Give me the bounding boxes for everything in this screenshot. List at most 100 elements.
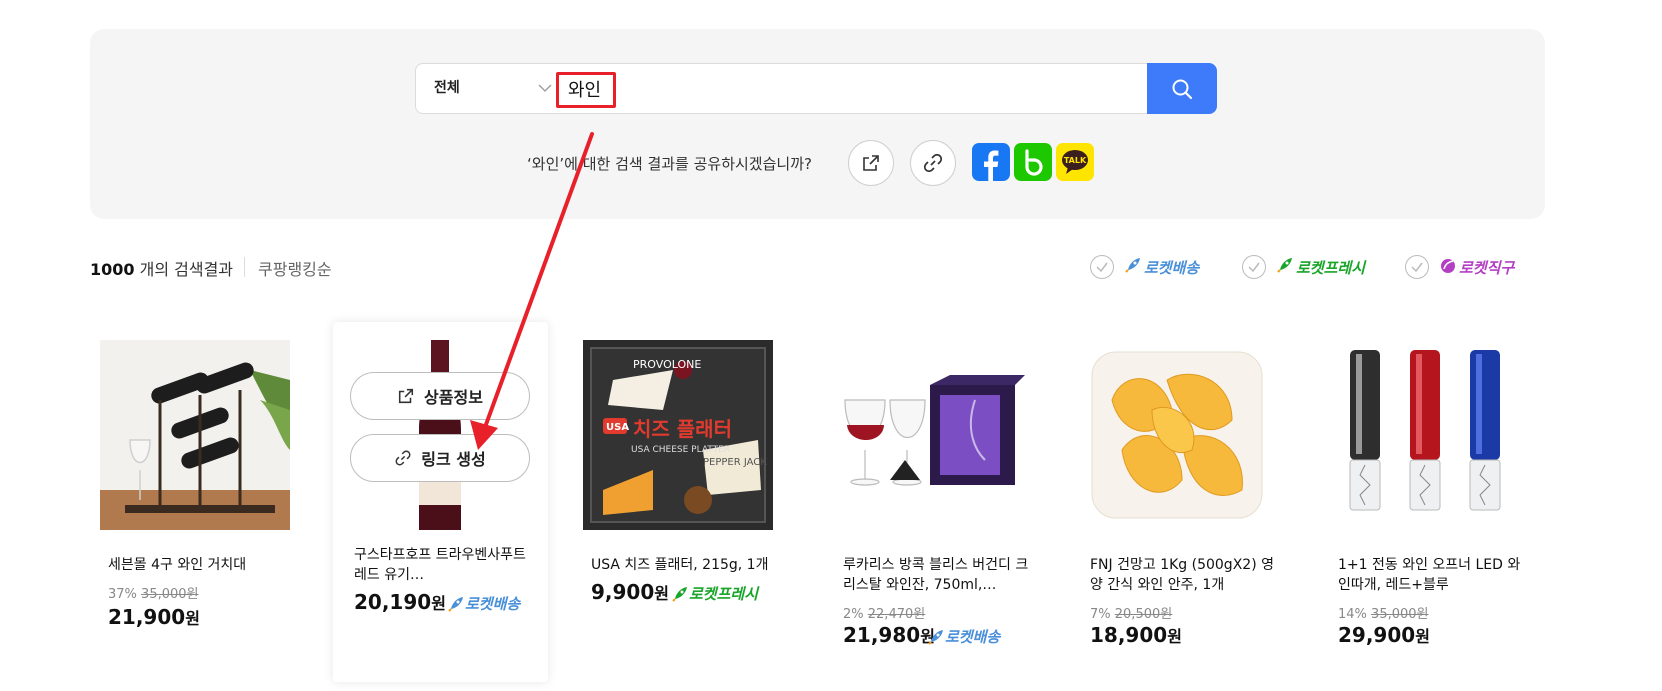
divider xyxy=(244,257,245,277)
link-icon xyxy=(395,450,411,466)
facebook-share-button[interactable] xyxy=(972,143,1010,181)
product-name[interactable]: 세븐몰 4구 와인 거치대 xyxy=(108,555,298,575)
search-icon xyxy=(1172,79,1193,99)
product-info-button[interactable]: 상품정보 xyxy=(350,372,530,420)
sale-price: 29,900원 xyxy=(1338,623,1430,647)
discount-info: 37% 35,000원 xyxy=(108,583,199,602)
filter-label: 로켓프레시 xyxy=(1296,258,1366,277)
image-text-usa-cheese-platter: USA CHEESE PLATTER xyxy=(631,445,730,455)
create-link-button[interactable]: 링크 생성 xyxy=(350,434,530,482)
category-select[interactable]: 전체 xyxy=(434,64,460,113)
chevron-down-icon[interactable] xyxy=(536,79,554,97)
sale-price: 9,900원 xyxy=(591,580,669,604)
kakaotalk-label: TALK xyxy=(1063,156,1087,165)
rocket-delivery-badge: 로켓배송 xyxy=(927,626,1000,647)
product-name[interactable]: USA 치즈 플래터, 215g, 1개 xyxy=(591,555,781,575)
badge-label: 로켓배송 xyxy=(945,628,1001,646)
sale-price: 21,900원 xyxy=(108,605,200,629)
price-unit: 원 xyxy=(1415,627,1430,646)
rocket-icon xyxy=(1276,256,1294,278)
badge-label: 로켓배송 xyxy=(465,595,521,613)
filter-rocket-delivery[interactable]: 로켓배송 xyxy=(1090,254,1199,280)
rocket-icon xyxy=(672,586,687,602)
product-info-label: 상품정보 xyxy=(424,388,483,407)
badge-label: 로켓프레시 xyxy=(689,585,759,603)
search-input[interactable] xyxy=(558,68,1158,109)
external-link-icon xyxy=(863,155,879,171)
image-text-cheese-platter: 치즈 플래터 xyxy=(633,417,732,441)
discount-info: 2% 22,470원 xyxy=(843,603,925,622)
discount-rate: 14% xyxy=(1338,607,1367,622)
facebook-icon xyxy=(984,150,999,181)
filter-rocket-fresh[interactable]: 로켓프레시 xyxy=(1242,254,1365,280)
discount-info: 14% 35,000원 xyxy=(1338,603,1429,622)
result-count-number: 1000 xyxy=(90,260,135,279)
check-circle-icon xyxy=(1405,255,1429,279)
copy-link-button[interactable] xyxy=(910,140,956,186)
link-icon xyxy=(923,153,943,173)
image-text-pepper-jack: PEPPER JACK xyxy=(703,457,767,468)
product-image[interactable]: PROVOLONE USA 치즈 플래터 USA CHEESE PLATTER … xyxy=(583,340,773,530)
discount-rate: 2% xyxy=(843,607,864,622)
price-value: 20,190 xyxy=(354,590,432,614)
original-price: 35,000원 xyxy=(1371,607,1429,622)
price-value: 21,980 xyxy=(843,623,921,647)
discount-rate: 7% xyxy=(1090,607,1111,622)
price-unit: 원 xyxy=(185,609,200,628)
product-image[interactable] xyxy=(100,340,290,530)
sale-price: 20,190원 xyxy=(354,590,446,614)
rocket-icon xyxy=(448,596,463,612)
search-button[interactable] xyxy=(1147,63,1217,114)
band-share-button[interactable] xyxy=(1014,143,1052,181)
rocket-icon xyxy=(1124,256,1142,278)
price-unit: 원 xyxy=(1167,627,1182,646)
search-bar: 전체 xyxy=(415,63,1212,114)
rocket-fresh-badge: 로켓프레시 xyxy=(671,583,758,604)
filter-rocket-direct[interactable]: 로켓직구 xyxy=(1405,254,1514,280)
original-price: 22,470원 xyxy=(867,607,926,622)
product-image[interactable] xyxy=(835,340,1025,530)
check-circle-icon xyxy=(1242,255,1266,279)
filter-label: 로켓배송 xyxy=(1144,258,1200,277)
price-unit: 원 xyxy=(654,584,669,603)
price-value: 29,900 xyxy=(1338,623,1416,647)
kakaotalk-share-button[interactable]: TALK xyxy=(1056,143,1094,181)
image-text-usa: USA xyxy=(606,422,629,433)
result-count: 1000 개의 검색결과 xyxy=(90,256,233,280)
create-link-label: 링크 생성 xyxy=(421,450,486,469)
product-card[interactable]: 1+1 전동 와인 오프너 LED 와인따개, 레드+블루 14% 35,000… xyxy=(1330,325,1535,691)
product-card[interactable]: 세븐몰 4구 와인 거치대 37% 35,000원 21,900원 xyxy=(100,325,305,691)
product-card[interactable]: PROVOLONE USA 치즈 플래터 USA CHEESE PLATTER … xyxy=(583,325,788,691)
price-unit: 원 xyxy=(431,594,446,613)
image-text-provolone: PROVOLONE xyxy=(633,358,701,371)
product-name[interactable]: 구스타프호프 트라우벤사푸트 레드 유기… xyxy=(354,545,534,585)
sale-price: 18,900원 xyxy=(1090,623,1182,647)
filter-label: 로켓직구 xyxy=(1459,258,1515,277)
product-image[interactable] xyxy=(1330,340,1520,530)
product-card[interactable]: FNJ 건망고 1Kg (500gX2) 영양 간식 와인 안주, 1개 7% … xyxy=(1082,325,1287,691)
rocket-globe-icon xyxy=(1439,256,1457,278)
check-circle-icon xyxy=(1090,255,1114,279)
price-value: 9,900 xyxy=(591,580,655,604)
original-price: 20,500원 xyxy=(1114,607,1173,622)
share-prompt: ‘와인’에 대한 검색 결과를 공유하시겠습니까? xyxy=(527,155,812,173)
sale-price: 21,980원 xyxy=(843,623,935,647)
rocket-delivery-badge: 로켓배송 xyxy=(447,593,520,614)
result-count-suffix: 개의 검색결과 xyxy=(134,260,234,279)
product-image[interactable] xyxy=(1082,340,1272,530)
band-icon xyxy=(1025,149,1043,176)
product-name[interactable]: 1+1 전동 와인 오프너 LED 와인따개, 레드+블루 xyxy=(1338,555,1528,595)
external-link-icon xyxy=(398,388,414,404)
sort-option[interactable]: 쿠팡랭킹순 xyxy=(258,256,332,280)
share-external-button[interactable] xyxy=(848,140,894,186)
search-panel xyxy=(90,29,1545,219)
product-name[interactable]: FNJ 건망고 1Kg (500gX2) 영양 간식 와인 안주, 1개 xyxy=(1090,555,1280,595)
product-name[interactable]: 루카리스 방콕 블리스 버건디 크리스탈 와인잔, 750ml,… xyxy=(843,555,1033,595)
rocket-icon xyxy=(928,629,943,645)
original-price: 35,000원 xyxy=(141,587,199,602)
price-value: 21,900 xyxy=(108,605,186,629)
price-value: 18,900 xyxy=(1090,623,1168,647)
product-card-hovered[interactable]: 상품정보 링크 생성 구스타프호프 트라우벤사푸트 레드 유기… 20,190원… xyxy=(333,322,548,682)
product-card[interactable]: 루카리스 방콕 블리스 버건디 크리스탈 와인잔, 750ml,… 2% 22,… xyxy=(835,325,1040,691)
discount-info: 7% 20,500원 xyxy=(1090,603,1172,622)
